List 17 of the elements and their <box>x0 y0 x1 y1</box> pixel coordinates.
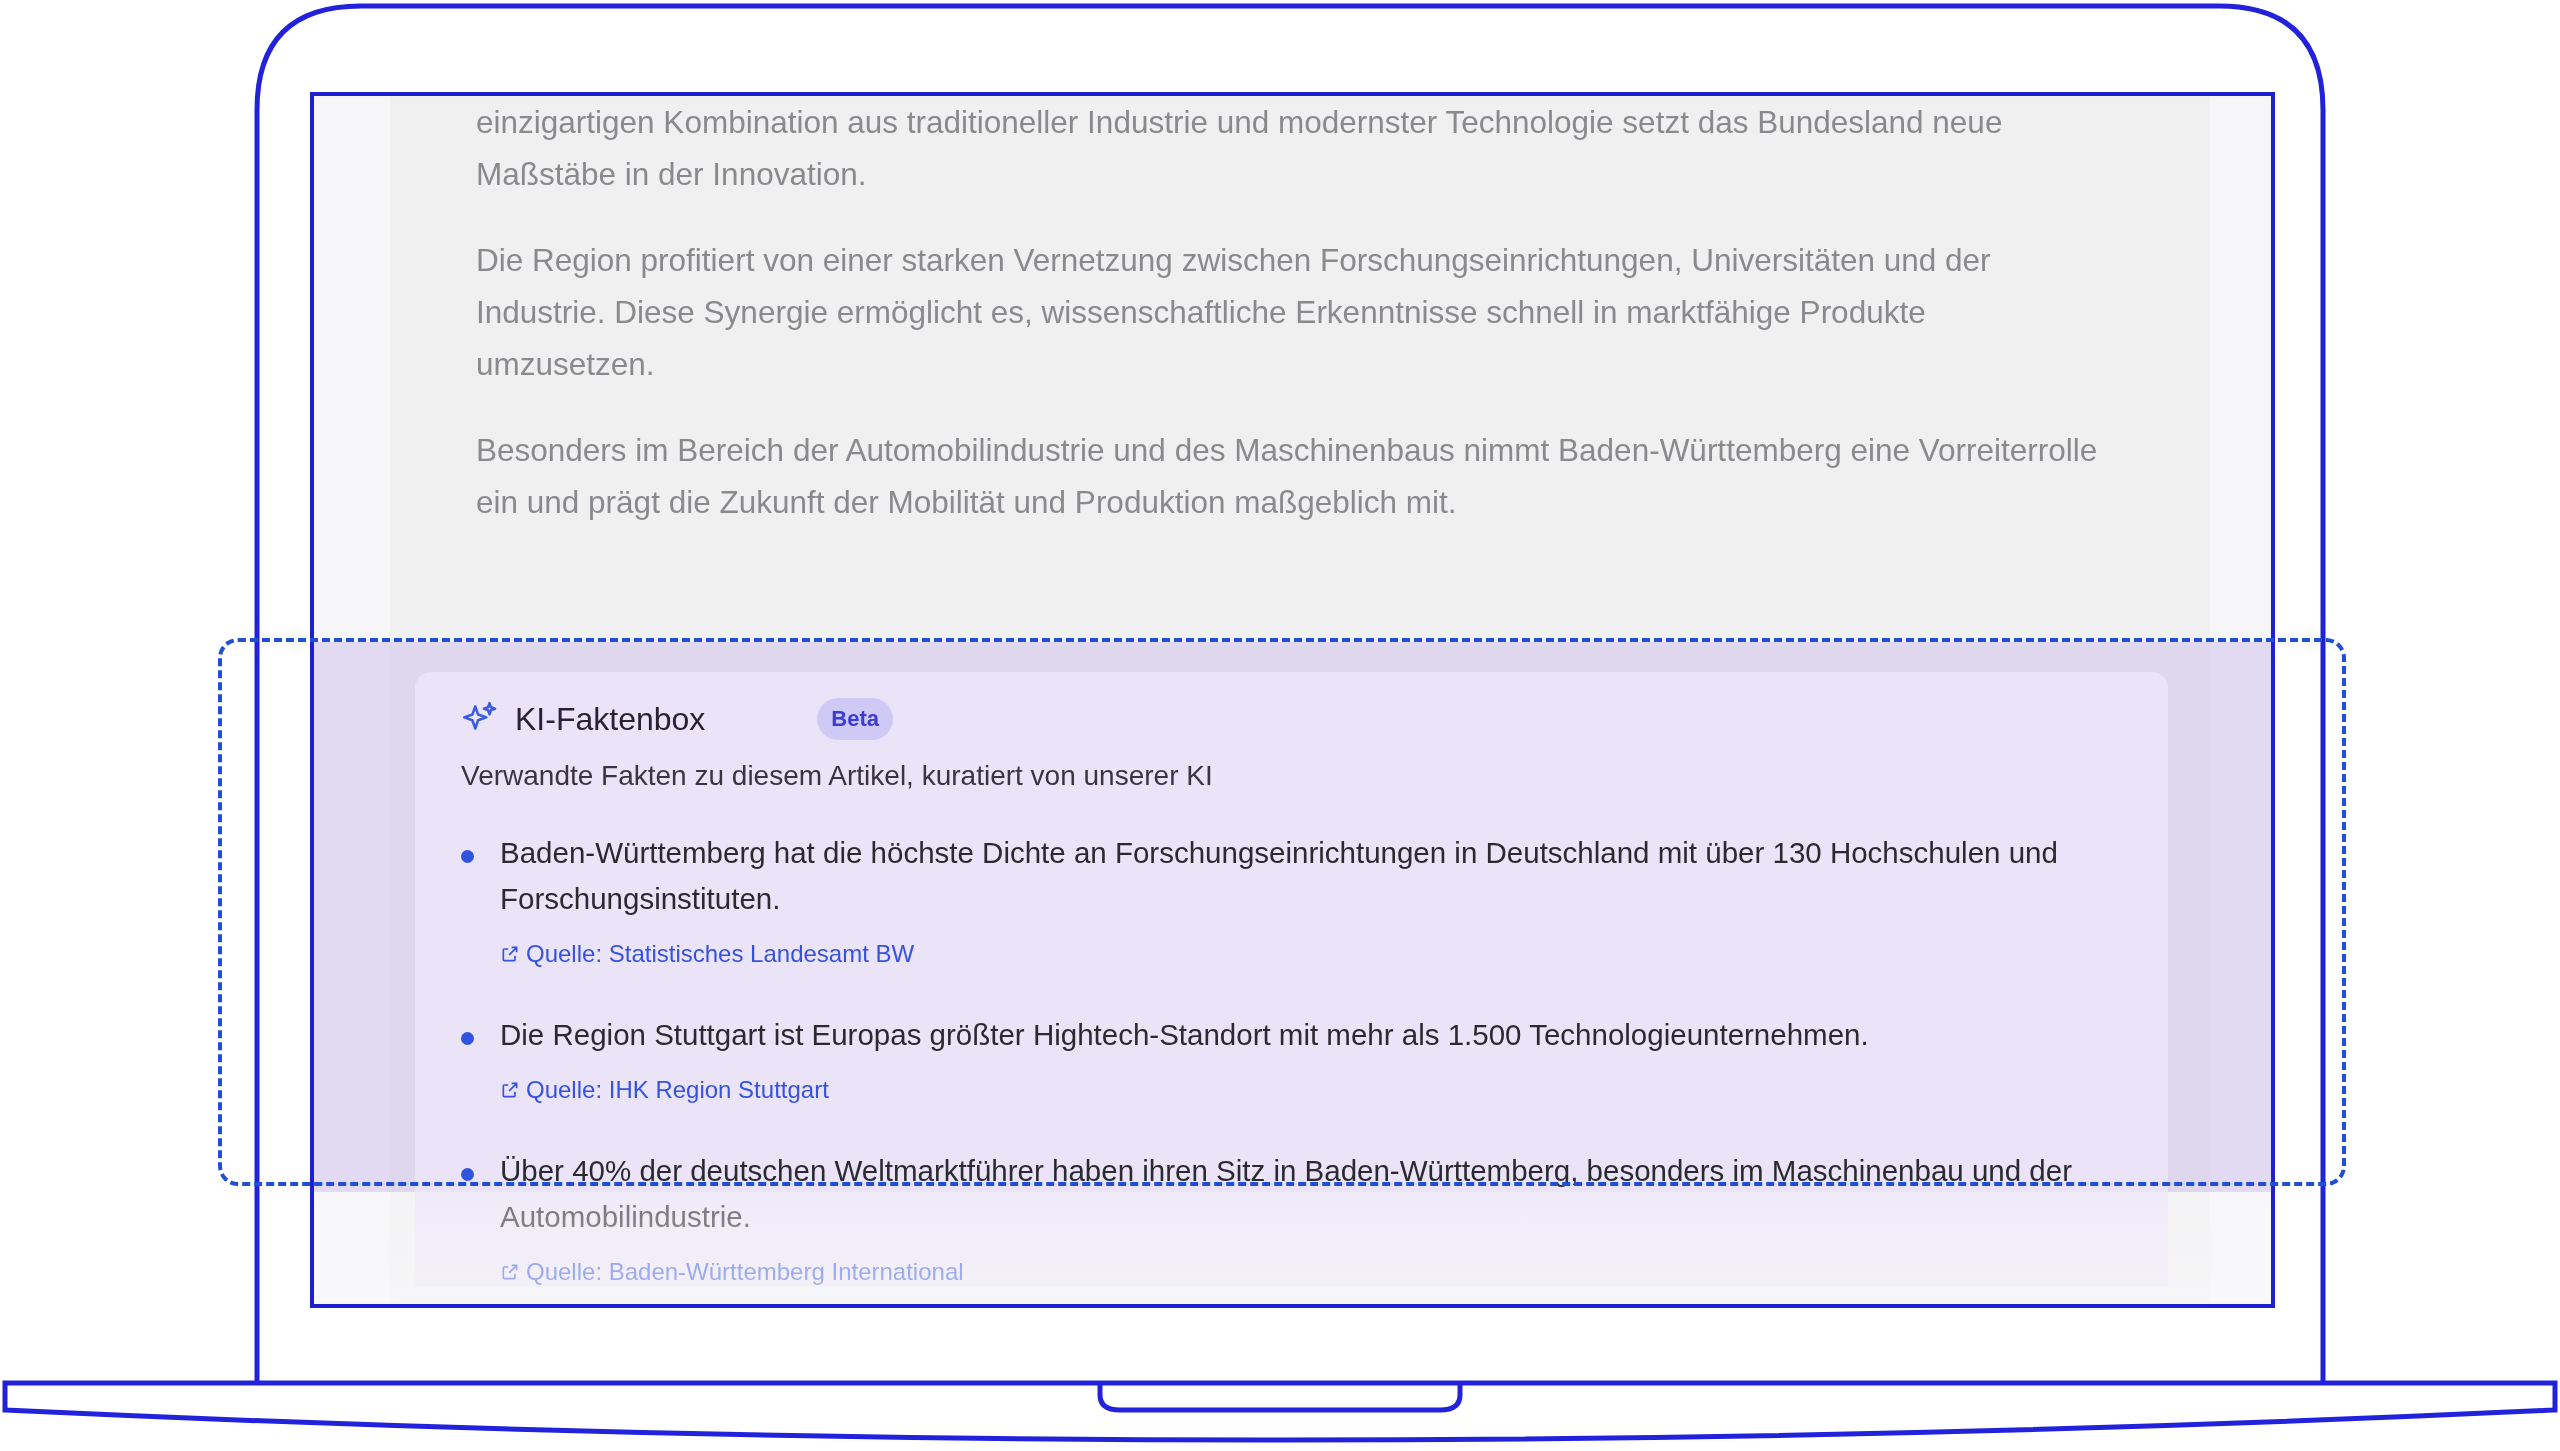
external-link-icon <box>500 944 520 964</box>
bullet-dot <box>461 1168 474 1181</box>
bullet-dot <box>461 1032 474 1045</box>
fact-box-subtitle: Verwandte Fakten zu diesem Artikel, kuratiert von unserer KI <box>461 760 1214 792</box>
fact-text: Über 40% der deutschen Weltmarktführer haben ihren Sitz in Baden-Württemberg, besonders im Maschinenbau und der Automobilindustrie. <box>500 1153 2073 1235</box>
bullet-dot <box>461 850 474 863</box>
source-link[interactable]: Quelle: IHK Region Stuttgart <box>500 1076 829 1104</box>
external-link-icon <box>500 1262 520 1282</box>
source-link[interactable]: Quelle: Statistisches Landesamt BW <box>500 940 915 968</box>
fact-text: Baden-Württemberg hat die höchste Dichte an Forschungseinrichtungen in Deutschland mit über 130 Hochschulen und Forschungsinstituten. <box>500 835 2059 917</box>
fact-box-title: KI-Faktenbox <box>515 700 706 738</box>
article-paragraph: einzigartigen Kombination aus traditioneller Industrie und modernster Technologie setzt das Bundesland neue Maßstäbe in der Innovation. <box>476 103 2004 194</box>
beta-badge: Beta <box>817 698 893 740</box>
fact-text: Die Region Stuttgart ist Europas größter Hightech-Standort mit mehr als 1.500 Technologieunternehmen. <box>500 1017 1869 1053</box>
article-paragraph: Die Region profitiert von einer starken Vernetzung zwischen Forschungseinrichtungen, Universitäten und der Industrie. Diese Synergie ermöglicht es, wissenschaftliche Erkenntnisse schnell in marktfähige Produkte umzusetzen. <box>476 241 1992 384</box>
external-link-icon <box>500 1080 520 1100</box>
article-paragraph: Besonders im Bereich der Automobilindustrie und des Maschinenbaus nimmt Baden-Württemberg eine Vorreiterrolle ein und prägt die Zukunft der Mobilität und Produktion maßgeblich mit. <box>476 431 2099 522</box>
